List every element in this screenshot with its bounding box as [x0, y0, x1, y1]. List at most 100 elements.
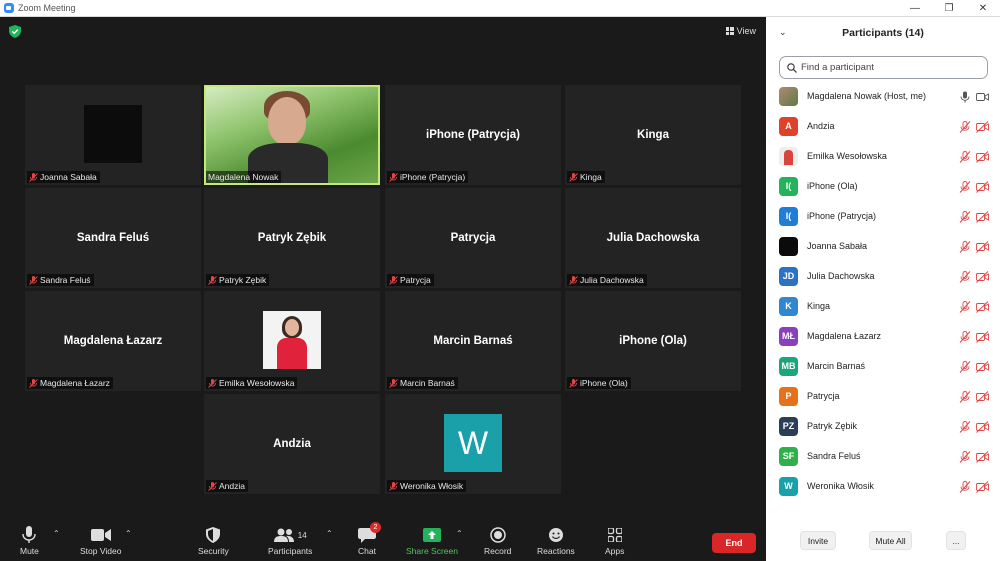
tile-name-label: Magdalena Nowak: [208, 172, 279, 182]
video-tile[interactable]: W Weronika Włosik: [385, 394, 561, 494]
muted-mic-icon: [208, 275, 217, 285]
participant-row[interactable]: MB Marcin Barnaś: [766, 351, 1000, 381]
reactions-label: Reactions: [537, 546, 575, 556]
participant-row[interactable]: I(iPhone (Ola): [766, 171, 1000, 201]
close-button[interactable]: ✕: [966, 0, 1000, 17]
audio-options-caret-icon[interactable]: ⌃: [53, 529, 60, 538]
chat-unread-badge: 2: [370, 522, 381, 533]
video-off-icon[interactable]: [976, 150, 989, 163]
security-button[interactable]: Security: [198, 525, 229, 556]
video-options-caret-icon[interactable]: ⌃: [125, 529, 132, 538]
apps-label: Apps: [605, 546, 625, 556]
tile-name-label: iPhone (Patrycja): [400, 172, 466, 182]
participant-search-input[interactable]: [801, 62, 981, 73]
share-screen-icon: [422, 525, 441, 545]
video-camera-icon[interactable]: [976, 90, 989, 102]
mute-all-button[interactable]: Mute All: [869, 531, 912, 550]
video-off-icon[interactable]: [976, 480, 989, 493]
video-off-icon[interactable]: [976, 450, 989, 463]
muted-mic-icon[interactable]: [959, 300, 971, 313]
invite-button[interactable]: Invite: [800, 531, 836, 550]
muted-mic-icon[interactable]: [959, 450, 971, 463]
video-tile[interactable]: Patryk Zębik Patryk Zębik: [204, 188, 380, 288]
participant-row[interactable]: A Andzia: [766, 111, 1000, 141]
video-off-icon[interactable]: [976, 300, 989, 313]
share-screen-button[interactable]: Share Screen: [406, 525, 458, 556]
muted-mic-icon[interactable]: [959, 360, 971, 373]
video-off-icon[interactable]: [976, 120, 989, 133]
participant-row[interactable]: I(iPhone (Patrycja): [766, 201, 1000, 231]
participant-name: Magdalena Nowak (Host, me): [807, 91, 927, 101]
muted-mic-icon[interactable]: [959, 330, 971, 343]
view-button[interactable]: View: [725, 26, 756, 36]
video-off-icon[interactable]: [976, 360, 989, 373]
participants-panel: ⌄ Participants (14) Magdalena Nowak (Hos…: [766, 17, 1000, 561]
mic-icon[interactable]: [959, 90, 971, 103]
tile-name-label: Andzia: [219, 481, 245, 491]
video-off-icon[interactable]: [976, 420, 989, 433]
participant-row[interactable]: W Weronika Włosik: [766, 471, 1000, 501]
stop-video-button[interactable]: Stop Video: [80, 525, 121, 556]
video-off-icon[interactable]: [976, 210, 989, 223]
video-tile[interactable]: Emilka Wesołowska: [204, 291, 380, 391]
collapse-panel-chevron-icon[interactable]: ⌄: [779, 27, 787, 38]
participant-row[interactable]: Emilka Wesołowska: [766, 141, 1000, 171]
participant-row[interactable]: Joanna Sabała: [766, 231, 1000, 261]
participant-row[interactable]: Magdalena Nowak (Host, me): [766, 81, 1000, 111]
muted-mic-icon[interactable]: [959, 180, 971, 193]
tile-nameplate: iPhone (Ola): [567, 377, 631, 389]
participant-name: Joanna Sabała: [807, 241, 868, 251]
video-tile[interactable]: Andzia Andzia: [204, 394, 380, 494]
muted-mic-icon[interactable]: [959, 420, 971, 433]
video-tile[interactable]: Patrycja Patrycja: [385, 188, 561, 288]
muted-mic-icon[interactable]: [959, 120, 971, 133]
video-tile[interactable]: Marcin Barnaś Marcin Barnaś: [385, 291, 561, 391]
restore-button[interactable]: ❐: [932, 0, 966, 17]
video-tile[interactable]: iPhone (Ola) iPhone (Ola): [565, 291, 741, 391]
video-off-icon[interactable]: [976, 390, 989, 403]
video-off-icon[interactable]: [976, 330, 989, 343]
encryption-shield-icon[interactable]: [9, 25, 21, 38]
video-off-icon[interactable]: [976, 180, 989, 193]
video-tile[interactable]: Magdalena Łazarz Magdalena Łazarz: [25, 291, 201, 391]
participant-avatar: MŁ: [779, 326, 798, 346]
end-meeting-button[interactable]: End: [712, 533, 756, 553]
grid-view-icon: [725, 27, 734, 35]
participant-row[interactable]: SF Sandra Feluś: [766, 441, 1000, 471]
muted-mic-icon[interactable]: [959, 210, 971, 223]
muted-mic-icon[interactable]: [959, 390, 971, 403]
muted-mic-icon[interactable]: [959, 150, 971, 163]
share-options-caret-icon[interactable]: ⌃: [456, 529, 463, 538]
muted-mic-icon[interactable]: [959, 480, 971, 493]
video-off-icon[interactable]: [976, 240, 989, 253]
participant-row[interactable]: PZ Patryk Zębik: [766, 411, 1000, 441]
muted-mic-icon[interactable]: [959, 240, 971, 253]
participants-options-caret-icon[interactable]: ⌃: [326, 529, 333, 538]
more-options-button[interactable]: ...: [946, 531, 966, 550]
participants-button[interactable]: 14 Participants: [268, 525, 312, 556]
tile-center-name: Sandra Feluś: [76, 232, 150, 244]
minimize-button[interactable]: —: [898, 0, 932, 17]
video-tile[interactable]: Joanna Sabała: [25, 85, 201, 185]
video-tile[interactable]: Kinga Kinga: [565, 85, 741, 185]
video-tile[interactable]: Julia Dachowska Julia Dachowska: [565, 188, 741, 288]
muted-mic-icon[interactable]: [959, 270, 971, 283]
participant-row[interactable]: K Kinga: [766, 291, 1000, 321]
muted-mic-icon: [569, 378, 578, 388]
tile-nameplate: Patryk Zębik: [206, 274, 270, 286]
chat-button[interactable]: 2 Chat: [358, 522, 381, 556]
tile-name-label: Sandra Feluś: [40, 275, 91, 285]
tile-name-label: Emilka Wesołowska: [219, 378, 295, 388]
video-off-icon[interactable]: [976, 270, 989, 283]
video-tile[interactable]: Sandra Feluś Sandra Feluś: [25, 188, 201, 288]
participant-row[interactable]: JD Julia Dachowska: [766, 261, 1000, 291]
participant-row[interactable]: MŁ Magdalena Łazarz: [766, 321, 1000, 351]
video-tile[interactable]: Magdalena Nowak: [204, 85, 380, 185]
record-button[interactable]: Record: [484, 525, 511, 556]
reactions-button[interactable]: Reactions: [537, 525, 575, 556]
participant-row[interactable]: P Patrycja: [766, 381, 1000, 411]
tile-name-label: Marcin Barnaś: [400, 378, 455, 388]
apps-button[interactable]: Apps: [605, 525, 624, 556]
video-tile[interactable]: iPhone (Patrycja) iPhone (Patrycja): [385, 85, 561, 185]
mute-button[interactable]: Mute: [20, 525, 39, 556]
